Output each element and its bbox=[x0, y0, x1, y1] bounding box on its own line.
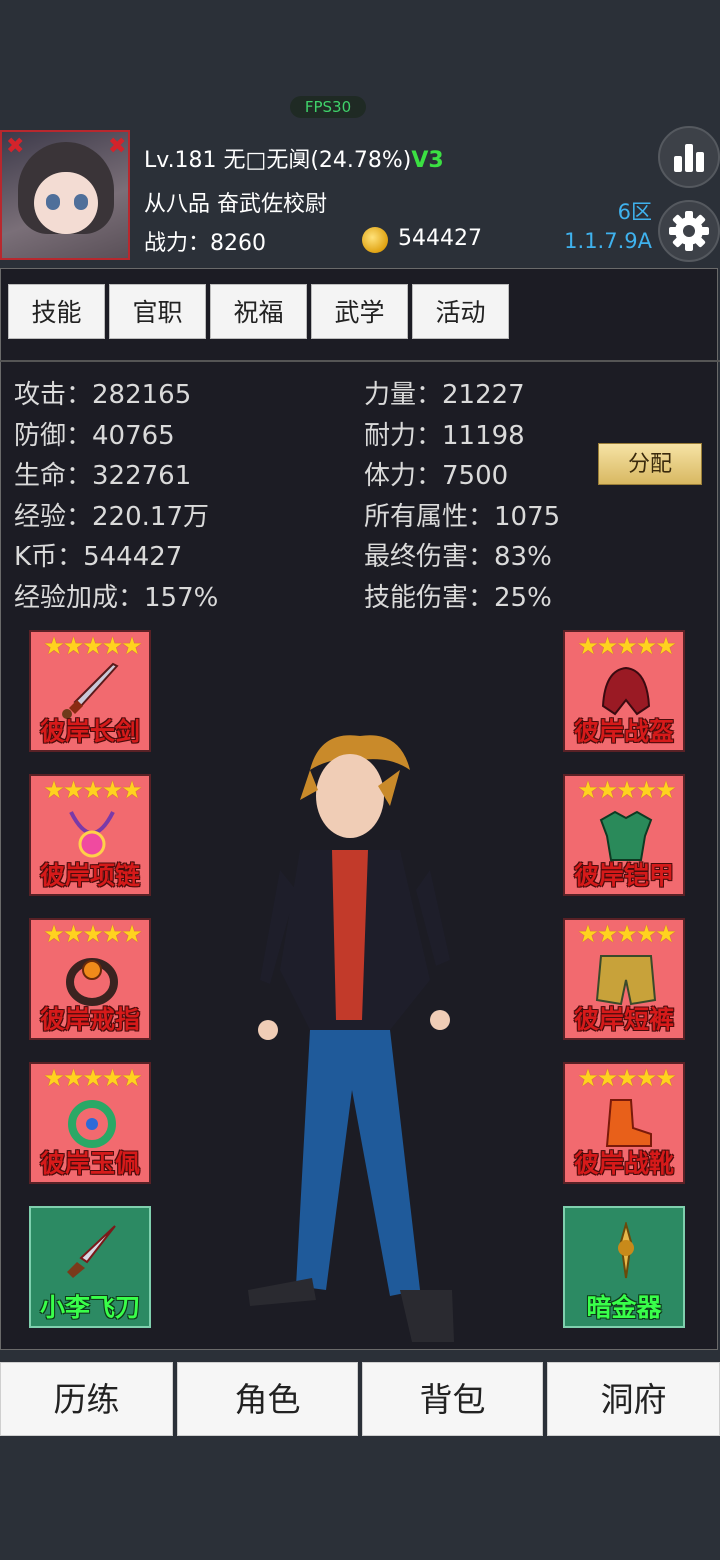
allocate-button[interactable]: 分配 bbox=[598, 443, 702, 485]
server-zone: 6区 bbox=[617, 200, 652, 224]
power-value: 8260 bbox=[210, 231, 267, 256]
character-model bbox=[248, 735, 454, 1342]
stat-endurance: 耐力：11198 bbox=[364, 421, 525, 451]
star-rating: ★★★★★ bbox=[577, 920, 677, 948]
gold-coin-icon bbox=[362, 227, 388, 253]
settings-button[interactable] bbox=[658, 200, 720, 262]
star-rating: ★★★★★ bbox=[43, 776, 143, 804]
equip-name: 彼岸短裤 bbox=[573, 1005, 674, 1034]
stat-attack: 攻击：282165 bbox=[14, 380, 192, 410]
equip-slot-necklace[interactable]: ★★★★★ 彼岸项链 bbox=[29, 774, 151, 896]
avatar-face bbox=[34, 172, 98, 234]
nav-character[interactable]: 角色 bbox=[177, 1362, 358, 1436]
power-label: 战力： bbox=[144, 231, 211, 256]
player-level-line: Lv.181 无□无阒(24.78%)V3 bbox=[144, 142, 444, 174]
equip-slot-hidden-weapon[interactable]: 暗金器 bbox=[563, 1206, 685, 1328]
tab-official-post[interactable]: 官职 bbox=[109, 284, 206, 339]
equip-name: 彼岸长剑 bbox=[39, 717, 140, 746]
equip-name: 小李飞刀 bbox=[39, 1293, 140, 1322]
star-rating: ★★★★★ bbox=[577, 1064, 677, 1092]
tab-events[interactable]: 活动 bbox=[412, 284, 509, 339]
nav-training[interactable]: 历练 bbox=[0, 1362, 173, 1436]
ranking-button[interactable] bbox=[658, 126, 720, 188]
player-power: 战力：8260 bbox=[144, 225, 266, 257]
equip-name: 彼岸玉佩 bbox=[39, 1149, 140, 1178]
stat-stamina: 体力：7500 bbox=[364, 461, 509, 491]
equip-name: 彼岸战盔 bbox=[573, 717, 674, 746]
equip-name: 彼岸战靴 bbox=[573, 1149, 674, 1178]
tab-blessing[interactable]: 祝福 bbox=[210, 284, 307, 339]
equip-slot-throwing-knife[interactable]: 小李飞刀 bbox=[29, 1206, 151, 1328]
star-rating: ★★★★★ bbox=[43, 1064, 143, 1092]
equip-slot-weapon[interactable]: ★★★★★ 彼岸长剑 bbox=[29, 630, 151, 752]
equip-name: 暗金器 bbox=[586, 1293, 662, 1322]
tab-skills[interactable]: 技能 bbox=[8, 284, 105, 339]
avatar-frame-ornament: ✖ bbox=[6, 134, 25, 159]
stat-final-damage: 最终伤害：83% bbox=[364, 542, 552, 572]
star-rating: ★★★★★ bbox=[577, 632, 677, 660]
stat-hp: 生命：322761 bbox=[14, 461, 192, 491]
equip-slot-pendant[interactable]: ★★★★★ 彼岸玉佩 bbox=[29, 1062, 151, 1184]
star-rating: ★★★★★ bbox=[43, 632, 143, 660]
stat-exp-bonus: 经验加成：157% bbox=[14, 583, 219, 613]
stat-exp: 经验：220.17万 bbox=[14, 502, 209, 532]
avatar-eye-right bbox=[74, 194, 88, 210]
vip-badge: V3 bbox=[411, 148, 444, 173]
game-version: 1.1.7.9A bbox=[564, 229, 652, 253]
player-avatar[interactable]: ✖ ✖ bbox=[0, 130, 130, 260]
equip-slot-shorts[interactable]: ★★★★★ 彼岸短裤 bbox=[563, 918, 685, 1040]
stat-skill-damage: 技能伤害：25% bbox=[364, 583, 552, 613]
stat-all-attributes: 所有属性：1075 bbox=[364, 502, 561, 532]
nav-backpack[interactable]: 背包 bbox=[362, 1362, 543, 1436]
fps-counter: FPS30 bbox=[290, 96, 366, 118]
gear-icon bbox=[669, 211, 709, 251]
equip-slot-helmet[interactable]: ★★★★★ 彼岸战盔 bbox=[563, 630, 685, 752]
hidden-weapon-icon bbox=[618, 1222, 634, 1279]
avatar-frame-ornament: ✖ bbox=[108, 134, 127, 159]
nav-cave-abode[interactable]: 洞府 bbox=[547, 1362, 720, 1436]
throwing-knife-icon bbox=[67, 1225, 116, 1278]
bar-chart-icon bbox=[674, 144, 704, 172]
player-level-name: Lv.181 无□无阒(24.78%) bbox=[144, 148, 412, 173]
equip-name: 彼岸铠甲 bbox=[573, 861, 674, 890]
star-rating: ★★★★★ bbox=[577, 776, 677, 804]
avatar-eye-left bbox=[46, 194, 60, 210]
star-rating: ★★★★★ bbox=[43, 920, 143, 948]
stat-strength: 力量：21227 bbox=[364, 380, 525, 410]
equip-slot-ring[interactable]: ★★★★★ 彼岸戒指 bbox=[29, 918, 151, 1040]
equip-name: 彼岸戒指 bbox=[39, 1005, 140, 1034]
tab-martial-arts[interactable]: 武学 bbox=[311, 284, 408, 339]
gold-amount: 544427 bbox=[398, 226, 482, 251]
stat-k-coin: K币：544427 bbox=[14, 542, 183, 572]
equip-slot-boots[interactable]: ★★★★★ 彼岸战靴 bbox=[563, 1062, 685, 1184]
stat-defense: 防御：40765 bbox=[14, 421, 175, 451]
equip-slot-armor[interactable]: ★★★★★ 彼岸铠甲 bbox=[563, 774, 685, 896]
player-rank-title: 从八品 奋武佐校尉 bbox=[144, 192, 327, 217]
equip-name: 彼岸项链 bbox=[39, 861, 140, 890]
